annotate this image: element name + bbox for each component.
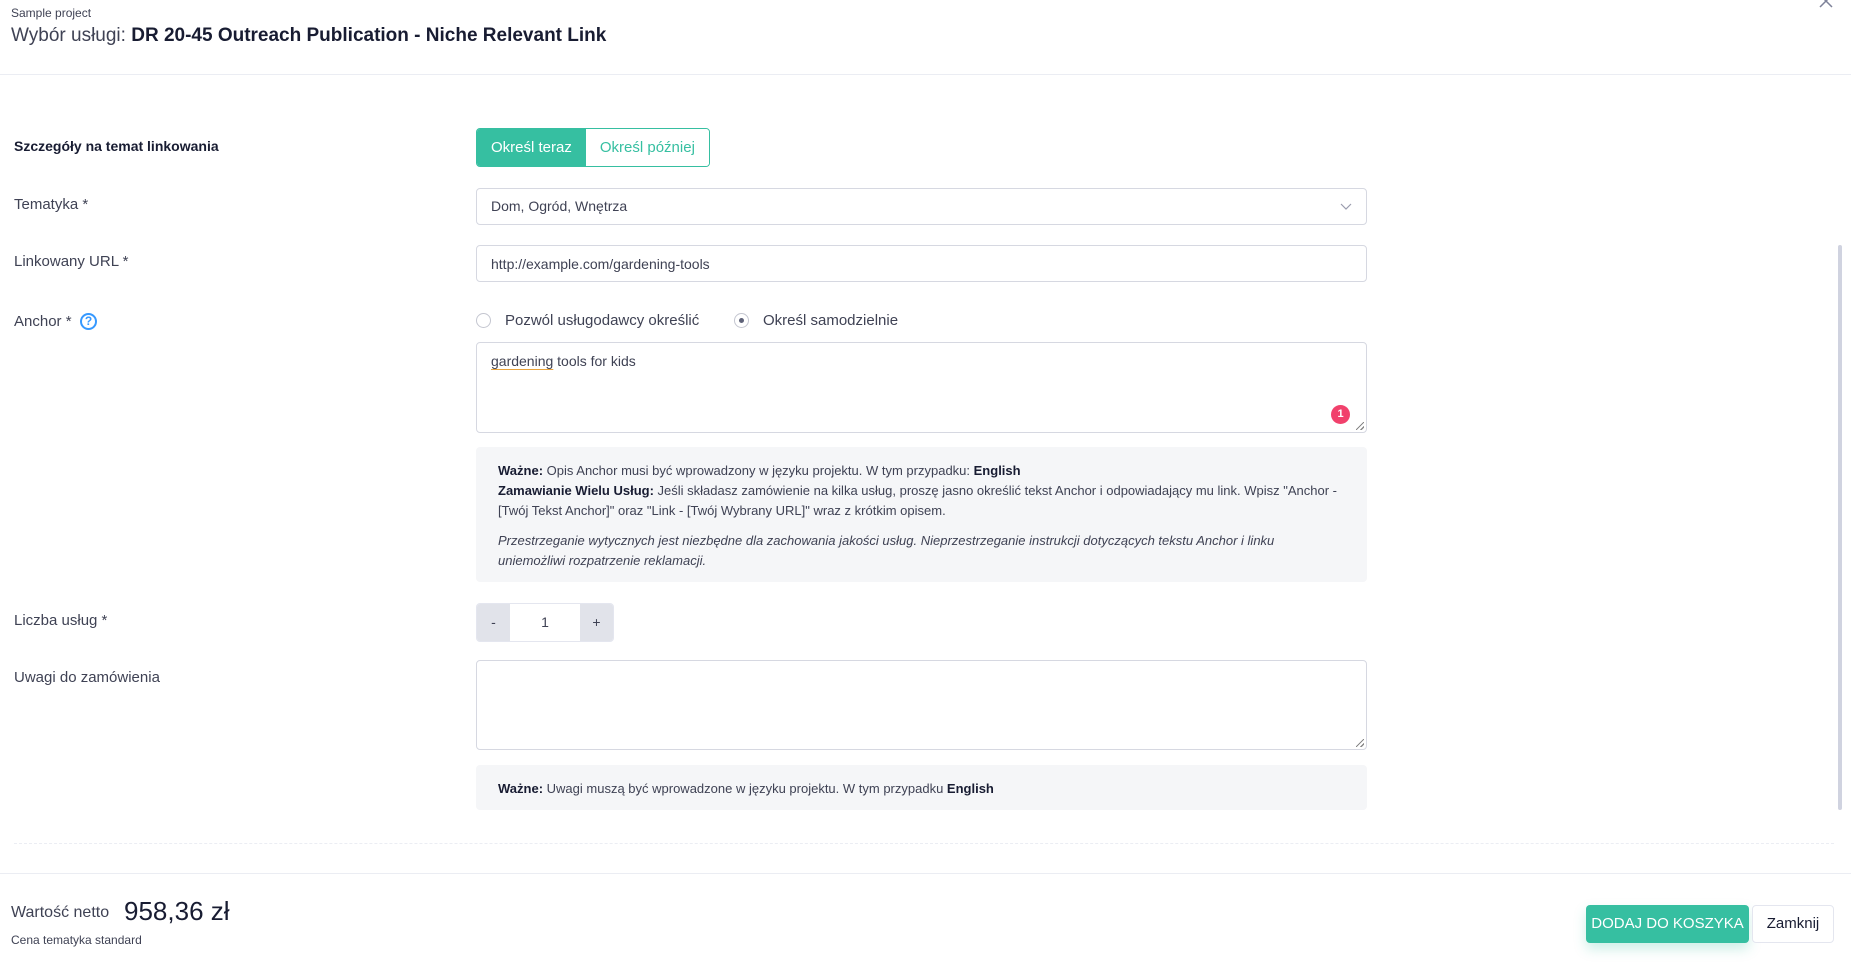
url-value: http://example.com/gardening-tools [491, 256, 710, 272]
close-button[interactable]: Zamknij [1752, 905, 1834, 943]
language: English [946, 781, 994, 796]
radio-let-provider[interactable]: Pozwól usługodawcy określić [476, 312, 699, 329]
anchor-info-box: Ważne: Opis Anchor musi być wprowadzony … [476, 447, 1367, 582]
radio-circle [476, 313, 491, 328]
modal-title: Wybór usługi: DR 20-45 Outreach Publicat… [11, 25, 606, 47]
url-label: Linkowany URL * [14, 253, 129, 270]
quantity-label: Liczba usług * [14, 612, 108, 629]
project-name: Sample project [11, 6, 92, 20]
notes-textarea[interactable] [476, 660, 1367, 750]
modal-footer: Wartość netto 958,36 zł Cena tematyka st… [0, 873, 1851, 963]
important-text: Opis Anchor musi być wprowadzony w język… [543, 463, 974, 478]
language: English [973, 463, 1021, 478]
net-value-label: Wartość netto [11, 904, 110, 921]
multi-order-line: Zamawianie Wielu Usług: Jeśli składasz z… [498, 481, 1345, 521]
important-label: Ważne: [498, 463, 544, 478]
important-label: Ważne: [498, 781, 544, 796]
url-input[interactable]: http://example.com/gardening-tools [476, 245, 1367, 282]
radio-circle-checked [734, 313, 749, 328]
service-name: DR 20-45 Outreach Publication - Niche Re… [131, 25, 607, 46]
topic-label: Tematyka * [14, 196, 89, 213]
price-note: Cena tematyka standard [11, 933, 142, 947]
radio-specify-self[interactable]: Określ samodzielnie [734, 312, 898, 329]
link-details-label: Szczegóły na temat linkowania [14, 138, 219, 154]
anchor-label: Anchor * [14, 313, 72, 330]
modal-header: Sample project Wybór usługi: DR 20-45 Ou… [0, 0, 1851, 75]
quantity-value[interactable]: 1 [510, 604, 580, 641]
help-icon[interactable]: ? [80, 313, 97, 330]
multi-label: Zamawianie Wielu Usług: [498, 483, 654, 498]
notes-info-text: Uwagi muszą być wprowadzone w języku pro… [543, 781, 947, 796]
decrement-button[interactable]: - [477, 604, 510, 641]
chevron-down-icon [1340, 199, 1352, 217]
resize-handle-icon[interactable] [1356, 739, 1364, 747]
title-prefix: Wybór usługi: [11, 25, 126, 46]
scrollbar[interactable] [1838, 245, 1842, 810]
anchor-textarea[interactable]: gardening tools for kids 1 [476, 342, 1367, 433]
anchor-important-line: Ważne: Opis Anchor musi być wprowadzony … [498, 461, 1345, 481]
topic-select[interactable]: Dom, Ogród, Wnętrza [476, 188, 1367, 225]
quantity-stepper: - 1 + [476, 603, 614, 642]
close-icon[interactable] [1816, 0, 1836, 12]
add-to-cart-button[interactable]: DODAJ DO KOSZYKA [1586, 905, 1749, 943]
anchor-value-rest: tools for kids [553, 353, 636, 369]
increment-button[interactable]: + [580, 604, 613, 641]
resize-handle-icon[interactable] [1356, 422, 1364, 430]
anchor-value: gardening tools for kids [491, 353, 636, 369]
notes-label: Uwagi do zamówienia [14, 669, 160, 686]
divider [14, 843, 1834, 844]
specify-now-button[interactable]: Określ teraz [477, 129, 586, 166]
italic-note: Przestrzeganie wytycznych jest niezbędne… [498, 533, 1275, 568]
error-count-badge: 1 [1331, 405, 1350, 424]
specify-later-button[interactable]: Określ później [585, 129, 709, 166]
radio-label: Określ samodzielnie [763, 312, 899, 329]
topic-value: Dom, Ogród, Wnętrza [491, 198, 628, 214]
link-details-toggle: Określ teraz Określ później [476, 128, 710, 167]
spellcheck-word: gardening [491, 353, 554, 369]
net-value: 958,36 zł [124, 896, 230, 926]
notes-info-box: Ważne: Uwagi muszą być wprowadzone w jęz… [476, 765, 1367, 810]
radio-label: Pozwól usługodawcy określić [505, 312, 700, 329]
